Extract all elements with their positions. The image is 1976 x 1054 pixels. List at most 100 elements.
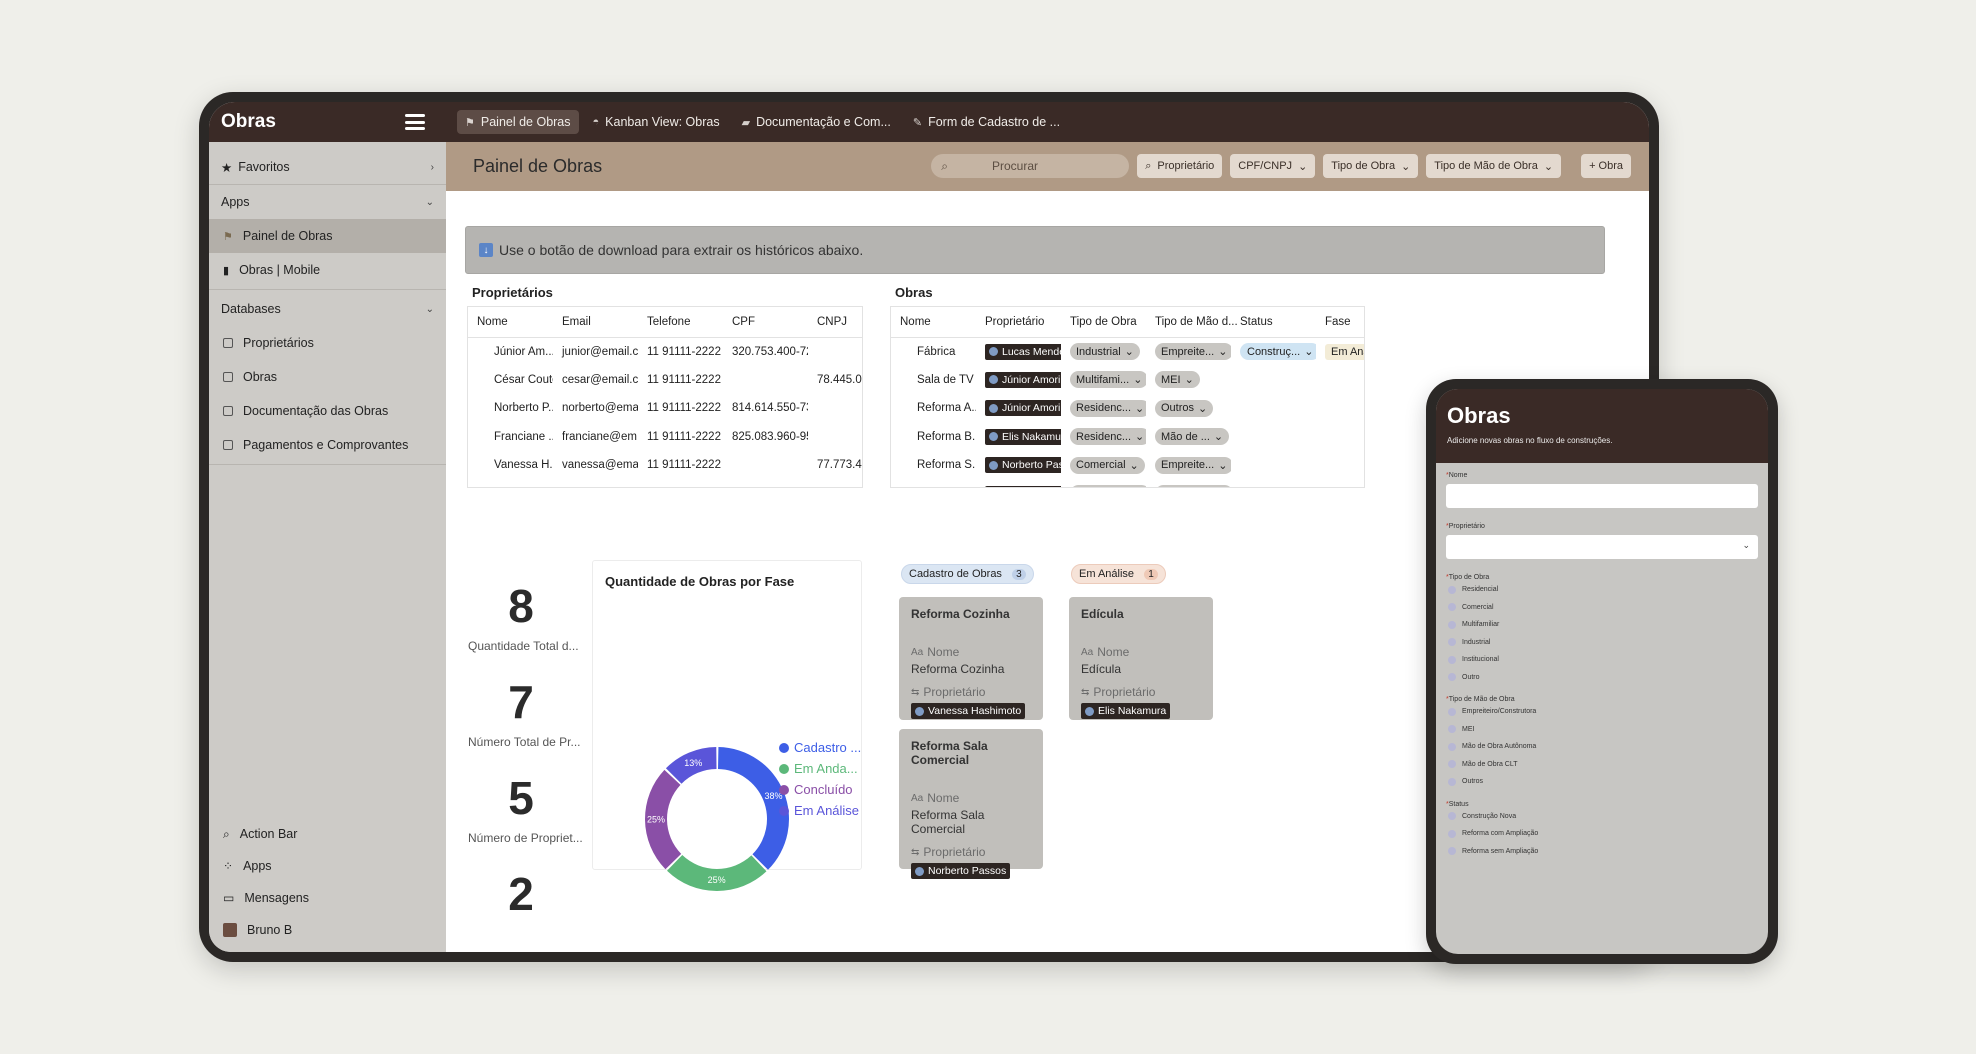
- table-cell: 480.574.240-28: [723, 480, 808, 488]
- column-header[interactable]: Nome: [468, 307, 553, 338]
- owner-chip[interactable]: Norberto Passos: [985, 457, 1061, 474]
- radio-option[interactable]: Reforma com Ampliação: [1446, 825, 1758, 843]
- owner-chip[interactable]: Vanessa Hashimoto: [985, 485, 1061, 487]
- owner-chip[interactable]: Vanessa Hashimoto: [911, 703, 1026, 719]
- metric-value: 2: [508, 868, 534, 920]
- column-header[interactable]: Nome: [891, 307, 976, 338]
- owner-chip[interactable]: Norberto Passos: [911, 863, 1011, 879]
- column-header[interactable]: Tipo de Mão d...: [1146, 307, 1238, 338]
- column-header[interactable]: Proprietário: [976, 307, 1061, 338]
- filter-tipo-de-obra[interactable]: Tipo de Obra ⌄: [1323, 154, 1419, 178]
- owner-chip[interactable]: Júnior Amorim: [985, 371, 1061, 388]
- tag-chip[interactable]: Residenc...⌄: [1070, 485, 1146, 487]
- table-row[interactable]: Reforma C... Vanessa Hashimoto Residenc...…: [891, 480, 1364, 487]
- filter-tipo-mao-de-obra[interactable]: Tipo de Mão de Obra ⌄: [1426, 154, 1562, 178]
- table-cell: Empreite...⌄: [1146, 480, 1231, 487]
- radio-option[interactable]: Multifamiliar: [1446, 616, 1758, 634]
- table-row[interactable]: Norberto P... norberto@ema... 11 91111-222…: [468, 394, 862, 423]
- sidebar-apps[interactable]: ⁘ Apps: [209, 850, 446, 882]
- add-obra-button[interactable]: + Obra: [1581, 154, 1631, 178]
- sidebar-user[interactable]: Bruno B: [209, 914, 446, 946]
- table-row[interactable]: Vanessa H... vanessa@emai... 11 91111-2222…: [468, 451, 862, 480]
- tab-documentacao[interactable]: ▰ Documentação e Com...: [734, 110, 899, 134]
- person-icon: [915, 866, 924, 876]
- kanban-card[interactable]: Reforma Cozinha Aa Nome Reforma Cozinha ⇆…: [899, 597, 1043, 720]
- tab-painel-de-obras[interactable]: ⚑ Painel de Obras: [457, 110, 579, 134]
- sidebar-mensagens[interactable]: ▭ Mensagens: [209, 882, 446, 914]
- legend-item[interactable]: Em Análise: [779, 800, 861, 821]
- kanban-column-cadastro[interactable]: Cadastro de Obras 3: [901, 564, 1034, 584]
- table-row[interactable]: Lucas Men...lucas@email.c...11 91111-222…: [468, 480, 862, 488]
- search-input[interactable]: ⌕ Procurar: [931, 154, 1130, 178]
- radio-option[interactable]: Institucional: [1446, 651, 1758, 669]
- table-row[interactable]: Reforma B...Elis NakamuraResidenc...⌄Mão…: [891, 423, 1364, 452]
- radio-option[interactable]: Comercial: [1446, 599, 1758, 617]
- column-header[interactable]: Status: [1231, 307, 1316, 338]
- tag-chip[interactable]: Mão de ... ⌄: [1155, 428, 1230, 446]
- radio-option[interactable]: Residencial: [1446, 581, 1758, 599]
- tag-chip[interactable]: Industrial ⌄: [1070, 343, 1140, 360]
- tag-chip[interactable]: Residenc...⌄: [1070, 428, 1146, 446]
- status-chip[interactable]: Construç... ⌄: [1240, 343, 1316, 360]
- column-header[interactable]: Email: [553, 307, 638, 338]
- radio-option[interactable]: Mão de Obra CLT: [1446, 756, 1758, 774]
- radio-option[interactable]: Construção Nova: [1446, 808, 1758, 826]
- legend-item[interactable]: Em Anda...: [779, 758, 861, 779]
- owner-chip[interactable]: Elis Nakamura: [985, 428, 1061, 445]
- table-row[interactable]: Sala de TVJúnior AmorimMultifami...⌄MEI⌄: [891, 366, 1364, 395]
- legend-item[interactable]: Concluído: [779, 779, 861, 800]
- tag-chip[interactable]: Empreite...⌄: [1155, 343, 1231, 360]
- radio-option[interactable]: Empreiteiro/Construtora: [1446, 703, 1758, 721]
- kanban-column-em-analise[interactable]: Em Análise 1: [1071, 564, 1167, 584]
- sidebar-item-proprietarios[interactable]: Proprietários: [209, 326, 446, 360]
- radio-option[interactable]: MEI: [1446, 721, 1758, 739]
- sidebar-apps-header[interactable]: Apps ⌄: [209, 185, 446, 219]
- tag-chip[interactable]: Comercial ⌄: [1070, 456, 1145, 474]
- sidebar-favorites[interactable]: ★ Favoritos ›: [209, 150, 446, 184]
- tab-kanban-view[interactable]: ◓ Kanban View: Obras: [585, 110, 728, 134]
- column-header[interactable]: Tipo de Obra: [1061, 307, 1146, 338]
- tag-chip[interactable]: MEI ⌄: [1155, 371, 1200, 389]
- owner-chip[interactable]: Lucas Mendes: [985, 343, 1061, 360]
- column-header[interactable]: Fase: [1316, 307, 1364, 338]
- table-row[interactable]: César Couto cesar@email.c... 11 91111-2222…: [468, 366, 862, 395]
- owner-chip[interactable]: Júnior Amorim: [985, 400, 1061, 417]
- table-row[interactable]: Reforma A...Júnior AmorimResidenc...⌄Out…: [891, 394, 1364, 423]
- radio-option[interactable]: Outros: [1446, 773, 1758, 791]
- table-row[interactable]: Franciane ... franciane@em... 11 91111-222…: [468, 423, 862, 452]
- sidebar-item-painel-de-obras[interactable]: ⚑ Painel de Obras: [209, 219, 446, 253]
- tag-chip[interactable]: Residenc...⌄: [1070, 399, 1146, 417]
- menu-icon[interactable]: [405, 114, 425, 130]
- legend-item[interactable]: Cadastro ...: [779, 737, 861, 758]
- tag-chip[interactable]: Outros ⌄: [1155, 399, 1214, 417]
- tag-chip[interactable]: Multifami... ⌄: [1070, 371, 1146, 389]
- table-row[interactable]: Júnior Am... junior@email.c... 11 91111-22…: [468, 337, 862, 366]
- sidebar-item-documentacao[interactable]: Documentação das Obras: [209, 394, 446, 428]
- column-header[interactable]: CPF: [723, 307, 808, 338]
- radio-option[interactable]: Mão de Obra Autônoma: [1446, 738, 1758, 756]
- kanban-card[interactable]: Reforma Sala Comercial Aa Nome Reforma Sa…: [899, 729, 1043, 879]
- sidebar-item-obras[interactable]: Obras: [209, 360, 446, 394]
- filter-cpf-cnpj[interactable]: CPF/CNPJ ⌄: [1230, 154, 1316, 178]
- sidebar-item-obras-mobile[interactable]: ▮ Obras | Mobile: [209, 253, 446, 287]
- sidebar-databases-header[interactable]: Databases ⌄: [209, 292, 446, 326]
- proprietario-select[interactable]: ⌄: [1446, 535, 1758, 559]
- sidebar-action-bar[interactable]: ⌕ Action Bar: [209, 818, 446, 850]
- filter-proprietario[interactable]: ⌕ Proprietário: [1137, 154, 1223, 178]
- kanban-card[interactable]: Edícula Aa Nome Edícula ⇆ Proprietário Eli…: [1069, 597, 1213, 720]
- tab-form-cadastro[interactable]: ✎ Form de Cadastro de ...: [905, 110, 1068, 134]
- nome-field[interactable]: [1446, 484, 1758, 508]
- donut-slice[interactable]: [667, 854, 767, 891]
- owner-name: Elis Nakamura: [1098, 705, 1167, 717]
- tag-chip[interactable]: Empreite...⌄: [1155, 456, 1231, 474]
- column-header[interactable]: CNPJ: [808, 307, 862, 338]
- table-row[interactable]: FábricaLucas MendesIndustrial⌄Empreite..…: [891, 337, 1364, 366]
- radio-option[interactable]: Outro: [1446, 669, 1758, 687]
- radio-option[interactable]: Reforma sem Ampliação: [1446, 843, 1758, 861]
- radio-option[interactable]: Industrial: [1446, 634, 1758, 652]
- owner-chip[interactable]: Elis Nakamura: [1081, 703, 1171, 719]
- sidebar-item-pagamentos[interactable]: Pagamentos e Comprovantes: [209, 428, 446, 462]
- table-row[interactable]: Reforma S...Norberto PassosComercial⌄Emp…: [891, 451, 1364, 480]
- column-header[interactable]: Telefone: [638, 307, 723, 338]
- tag-chip[interactable]: Empreite...⌄: [1155, 485, 1231, 487]
